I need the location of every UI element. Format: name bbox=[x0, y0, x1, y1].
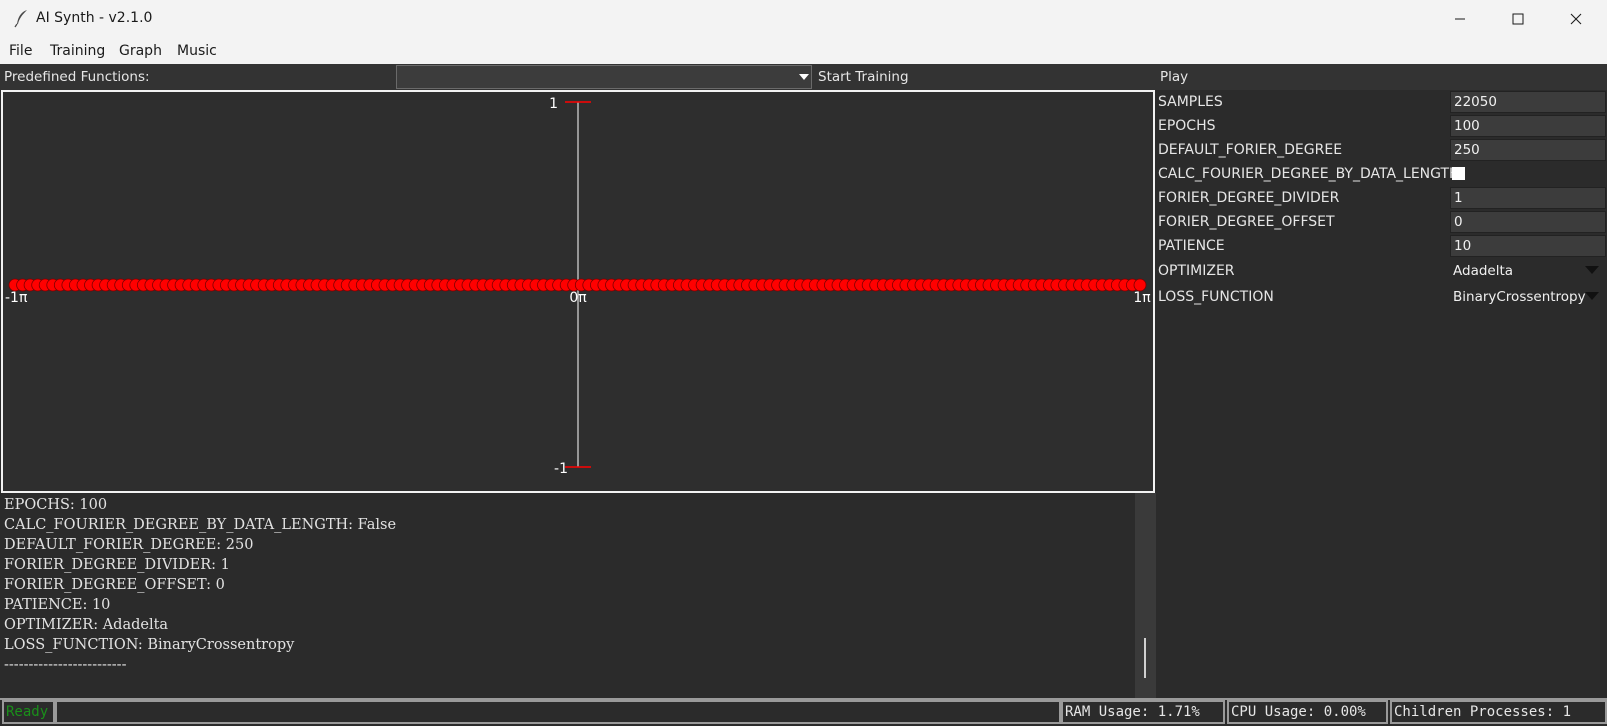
optimizer-label: OPTIMIZER bbox=[1158, 263, 1235, 279]
epochs-input[interactable]: 100 bbox=[1450, 115, 1606, 137]
window-title: AI Synth - v2.1.0 bbox=[36, 10, 153, 26]
console-line: PATIENCE: 10 bbox=[4, 597, 111, 613]
console-scrollbar[interactable] bbox=[1135, 493, 1156, 698]
loss-function-label: LOSS_FUNCTION bbox=[1158, 289, 1274, 305]
close-icon bbox=[1570, 13, 1582, 25]
minimize-icon bbox=[1454, 13, 1466, 25]
loss-function-dropdown-icon[interactable] bbox=[1585, 292, 1599, 300]
scrollbar-thumb[interactable] bbox=[1144, 638, 1146, 678]
status-progress bbox=[55, 700, 1061, 724]
console-line: OPTIMIZER: Adadelta bbox=[4, 617, 169, 633]
x-mid-label: 0π bbox=[569, 290, 587, 306]
function-graph[interactable]: 1 -1 -1π 0π 1π bbox=[1, 90, 1155, 493]
forier-degree-divider-label: FORIER_DEGREE_DIVIDER bbox=[1158, 190, 1340, 206]
forier-degree-divider-input[interactable]: 1 bbox=[1450, 187, 1606, 209]
feather-icon bbox=[12, 8, 32, 28]
console-line: EPOCHS: 100 bbox=[4, 497, 108, 513]
maximize-button[interactable] bbox=[1489, 0, 1547, 38]
optimizer-select[interactable]: Adadelta bbox=[1453, 263, 1513, 279]
default-forier-degree-input[interactable]: 250 bbox=[1450, 139, 1606, 161]
console-line: LOSS_FUNCTION: BinaryCrossentropy bbox=[4, 637, 295, 653]
console-line: FORIER_DEGREE_OFFSET: 0 bbox=[4, 577, 225, 593]
console-output: EPOCHS: 100 CALC_FOURIER_DEGREE_BY_DATA_… bbox=[0, 493, 1135, 698]
minimize-button[interactable] bbox=[1431, 0, 1489, 38]
loss-function-select[interactable]: BinaryCrossentropy bbox=[1453, 289, 1586, 305]
maximize-icon bbox=[1512, 13, 1524, 25]
close-button[interactable] bbox=[1547, 0, 1605, 38]
calc-fourier-degree-checkbox[interactable] bbox=[1452, 167, 1465, 180]
patience-input[interactable]: 10 bbox=[1450, 235, 1606, 257]
console-line: ------------------------- bbox=[4, 657, 127, 673]
epochs-label: EPOCHS bbox=[1158, 118, 1216, 134]
calc-fourier-degree-label: CALC_FOURIER_DEGREE_BY_DATA_LENGTH bbox=[1158, 166, 1460, 182]
menu-training[interactable]: Training bbox=[50, 43, 105, 59]
data-point bbox=[1133, 278, 1147, 292]
status-ready: Ready bbox=[2, 700, 55, 724]
forier-degree-offset-label: FORIER_DEGREE_OFFSET bbox=[1158, 214, 1335, 230]
title-bar: AI Synth - v2.1.0 bbox=[0, 0, 1607, 38]
menu-graph[interactable]: Graph bbox=[119, 43, 162, 59]
x-min-label: -1π bbox=[5, 290, 28, 306]
console-line: CALC_FOURIER_DEGREE_BY_DATA_LENGTH: Fals… bbox=[4, 517, 397, 533]
menu-bar: File Training Graph Music bbox=[0, 38, 1607, 64]
default-forier-degree-label: DEFAULT_FORIER_DEGREE bbox=[1158, 142, 1343, 158]
predefined-functions-select[interactable] bbox=[396, 65, 812, 89]
start-training-button[interactable]: Start Training bbox=[818, 69, 909, 85]
ram-usage: RAM Usage: 1.71% bbox=[1061, 700, 1225, 724]
forier-degree-offset-input[interactable]: 0 bbox=[1450, 211, 1606, 233]
samples-input[interactable]: 22050 bbox=[1450, 91, 1606, 113]
predefined-functions-label: Predefined Functions: bbox=[4, 69, 150, 85]
cpu-usage: CPU Usage: 0.00% bbox=[1227, 700, 1388, 724]
menu-music[interactable]: Music bbox=[177, 43, 217, 59]
x-max-label: 1π bbox=[1133, 290, 1151, 306]
optimizer-dropdown-icon[interactable] bbox=[1585, 266, 1599, 274]
y-max-label: 1 bbox=[549, 96, 558, 112]
graph-canvas: 1 -1 -1π 0π 1π bbox=[5, 96, 1151, 477]
children-processes: Children Processes: 1 bbox=[1390, 700, 1607, 724]
y-min-label: -1 bbox=[554, 461, 568, 477]
patience-label: PATIENCE bbox=[1158, 238, 1225, 254]
samples-label: SAMPLES bbox=[1158, 94, 1223, 110]
chevron-down-icon[interactable] bbox=[796, 66, 811, 88]
play-button[interactable]: Play bbox=[1160, 69, 1188, 85]
console-line: DEFAULT_FORIER_DEGREE: 250 bbox=[4, 537, 254, 553]
data-points bbox=[8, 278, 1147, 292]
console-line: FORIER_DEGREE_DIVIDER: 1 bbox=[4, 557, 230, 573]
menu-file[interactable]: File bbox=[9, 43, 32, 59]
